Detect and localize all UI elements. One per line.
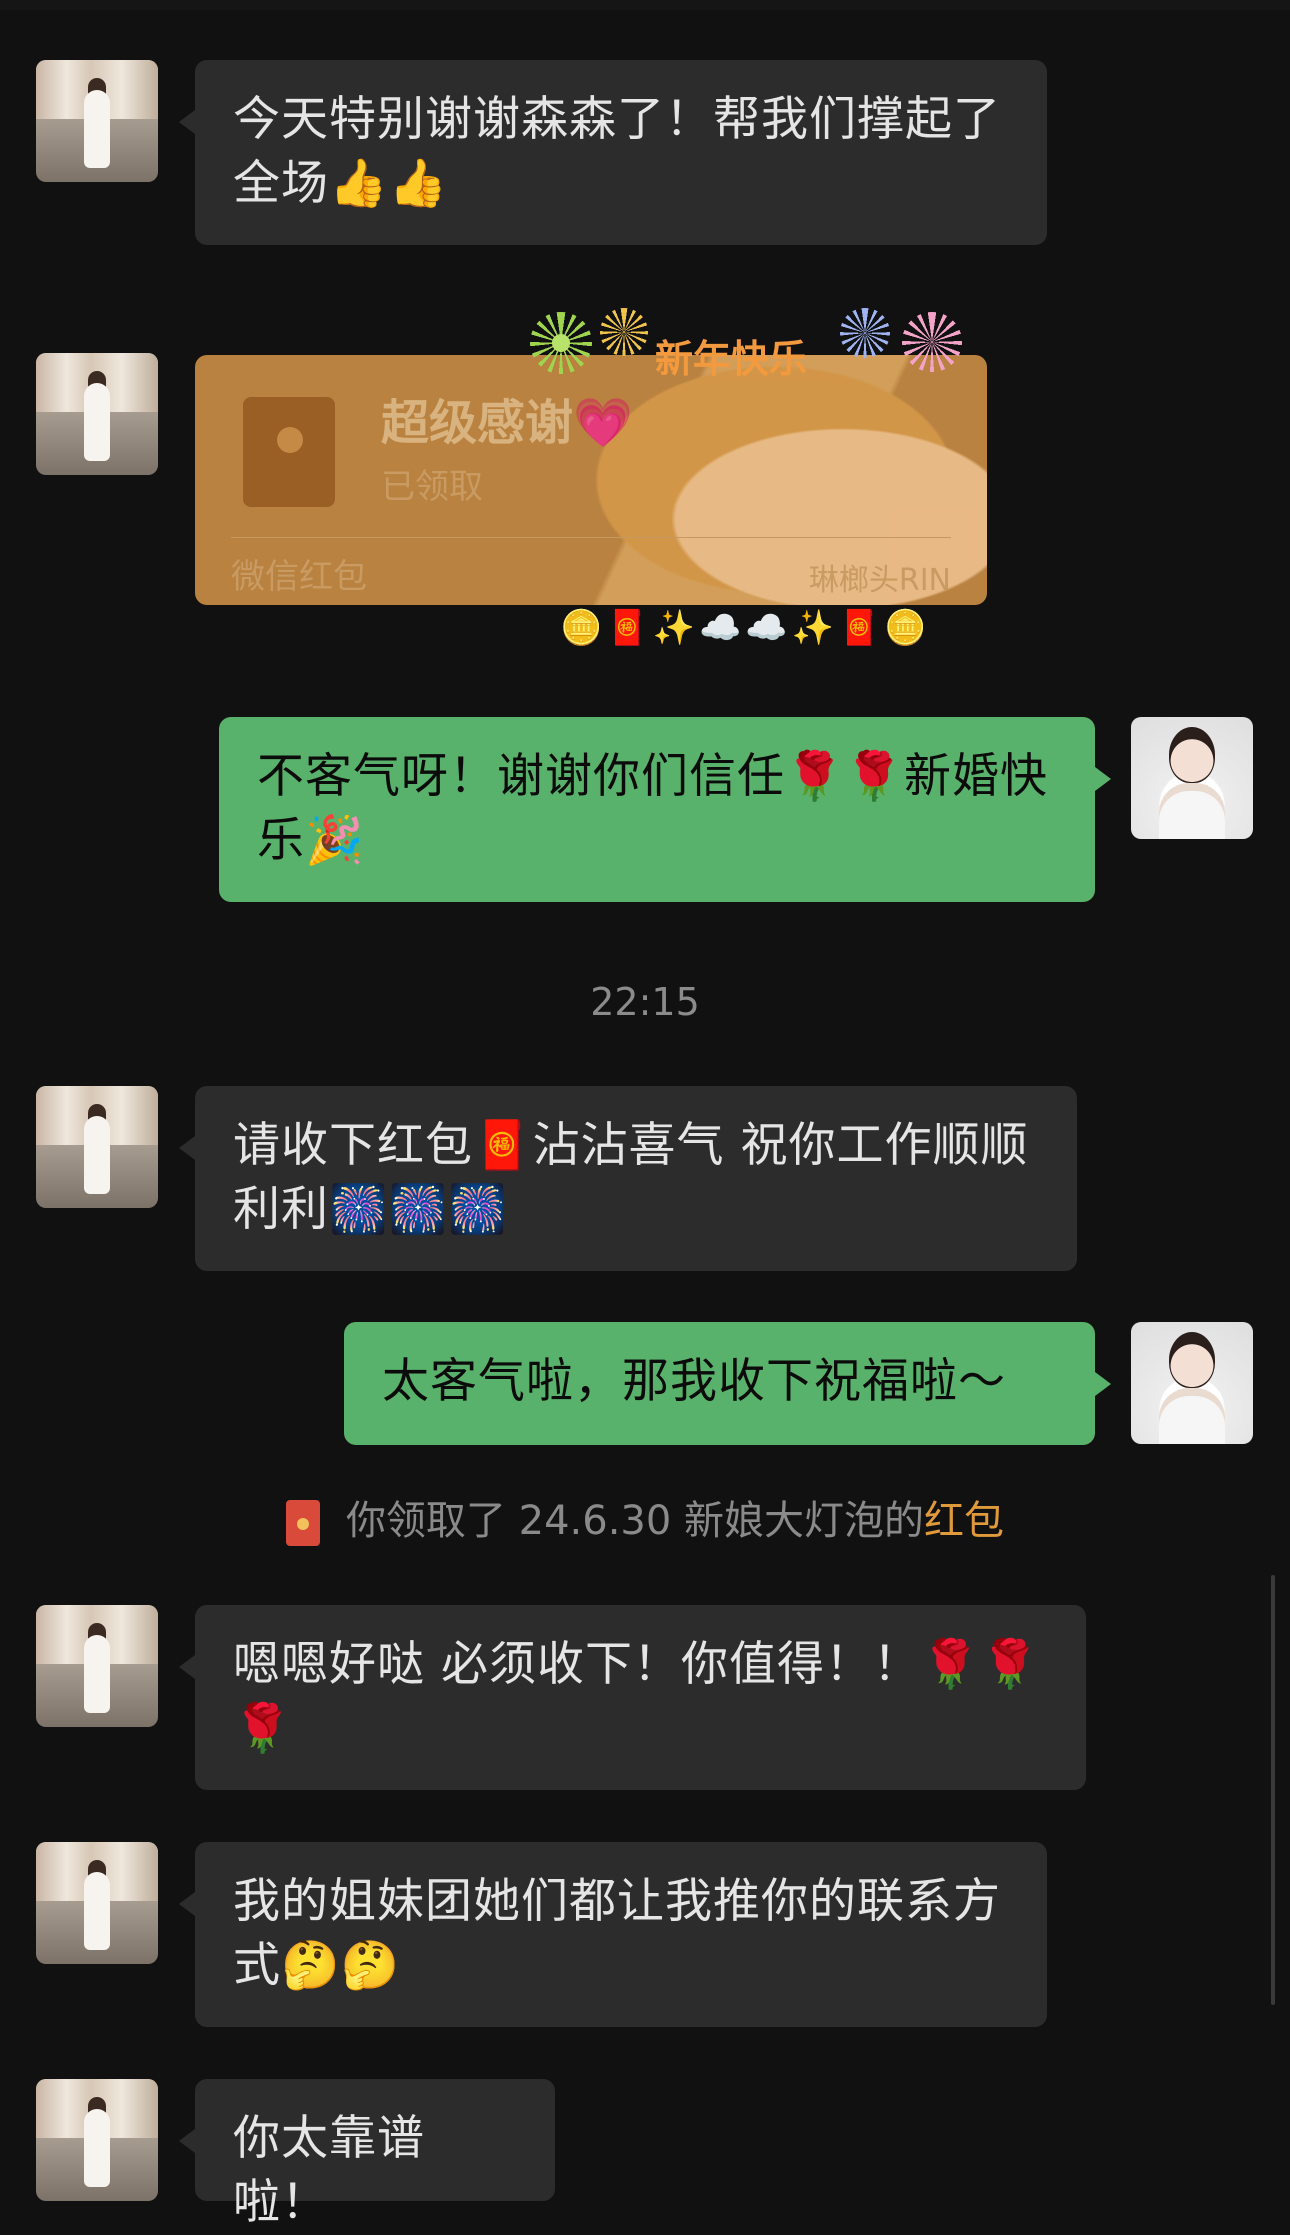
- red-packet-title: 超级感谢💗: [381, 395, 633, 451]
- sticker-decor-row: 🪙🧧✨☁️☁️✨🧧🪙: [560, 608, 931, 648]
- message-text: 不客气呀！谢谢你们信任🌹🌹新婚快乐🎉: [257, 749, 1049, 868]
- contact-avatar[interactable]: [36, 1842, 158, 1964]
- contact-avatar[interactable]: [36, 353, 158, 475]
- my-avatar[interactable]: [1131, 717, 1253, 839]
- message-bubble-outgoing[interactable]: 不客气呀！谢谢你们信任🌹🌹新婚快乐🎉: [219, 717, 1111, 902]
- divider: [231, 537, 951, 538]
- contact-avatar[interactable]: [36, 1086, 158, 1208]
- message-text: 今天特别谢谢森森了！帮我们撑起了全场👍👍: [233, 92, 1001, 211]
- contact-avatar[interactable]: [36, 1605, 158, 1727]
- firework-blue-icon: [840, 308, 890, 358]
- red-envelope-icon: [285, 1500, 320, 1546]
- red-packet-footer: 微信红包: [231, 557, 367, 597]
- message-bubble-outgoing[interactable]: 太客气啦，那我收下祝福啦～: [344, 1322, 1111, 1445]
- message-text: 嗯嗯好哒 必须收下！你值得！！🌹🌹🌹: [233, 1637, 1040, 1756]
- red-packet-link[interactable]: 红包: [924, 1498, 1004, 1544]
- message-bubble-incoming[interactable]: 今天特别谢谢森森了！帮我们撑起了全场👍👍: [179, 60, 1047, 245]
- firework-pink-icon: [902, 312, 962, 372]
- sticker-caption: 新年快乐: [655, 337, 808, 381]
- message-text: 我的姐妹团她们都让我推你的联系方式🤔🤔: [233, 1874, 1001, 1993]
- red-envelope-icon: [243, 397, 335, 507]
- system-message: 你领取了 24.6.30 新娘大灯泡的红包: [0, 1488, 1290, 1546]
- my-avatar[interactable]: [1131, 1322, 1253, 1444]
- message-text: 请收下红包🧧沾沾喜气 祝你工作顺顺利利🎆🎆🎆: [233, 1118, 1029, 1237]
- message-text: 你太靠谱啦！: [233, 2111, 425, 2230]
- firework-yellow-icon: [600, 308, 648, 356]
- timestamp: 22:15: [590, 980, 700, 1024]
- system-message-text: 你领取了 24.6.30 新娘大灯泡的: [345, 1498, 925, 1544]
- scrollbar[interactable]: [1271, 1575, 1275, 2005]
- red-packet-brand: 琳榔头RIN: [808, 563, 951, 598]
- red-packet-status: 已领取: [381, 467, 483, 507]
- message-bubble-incoming[interactable]: 你太靠谱啦！: [179, 2079, 555, 2230]
- red-packet-card[interactable]: 超级感谢💗 已领取 微信红包 琳榔头RIN: [195, 355, 987, 605]
- top-bar-edge: [0, 0, 1290, 10]
- message-text: 太客气啦，那我收下祝福啦～: [382, 1354, 1006, 1409]
- message-bubble-incoming[interactable]: 我的姐妹团她们都让我推你的联系方式🤔🤔: [179, 1842, 1047, 2027]
- firework-green-icon: [530, 312, 592, 374]
- contact-avatar[interactable]: [36, 2079, 158, 2201]
- message-bubble-incoming[interactable]: 嗯嗯好哒 必须收下！你值得！！🌹🌹🌹: [179, 1605, 1086, 1790]
- contact-avatar[interactable]: [36, 60, 158, 182]
- message-bubble-incoming[interactable]: 请收下红包🧧沾沾喜气 祝你工作顺顺利利🎆🎆🎆: [179, 1086, 1077, 1271]
